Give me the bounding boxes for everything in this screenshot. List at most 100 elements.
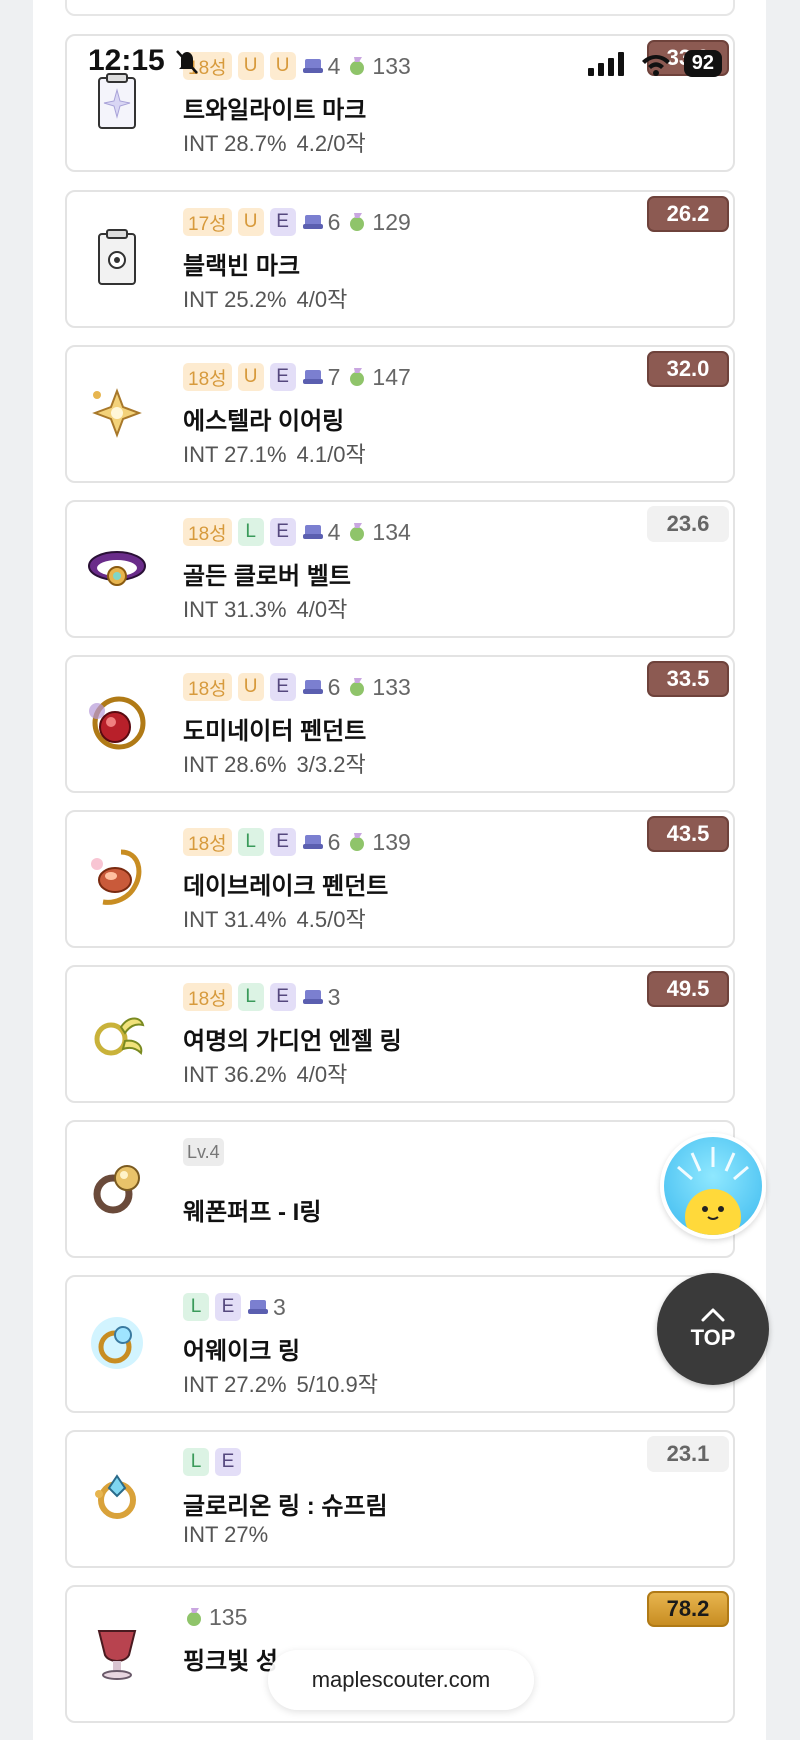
item-meta: 18성 U U 4 133 (183, 52, 411, 80)
scroll-count: 6 (327, 828, 341, 855)
twilight-mark-icon (98, 73, 136, 129)
item-meta: 135 (183, 1603, 247, 1631)
scroll-info: 4/0작 (296, 597, 348, 622)
potential-badge: U (237, 363, 264, 391)
star-badge: 17성 (183, 208, 232, 236)
level-potion-icon (350, 678, 365, 696)
golden-clover-belt-icon (88, 551, 146, 586)
scroll-info: 5/10.9작 (296, 1372, 378, 1397)
potential-badge: L (183, 1448, 209, 1476)
url-text: maplescouter.com (311, 1667, 491, 1692)
star-badge: 18성 (183, 52, 232, 80)
level-potion-icon (350, 57, 365, 75)
item-card-dominator-pendant[interactable]: 18성 U E 6 133 도미네이터 펜던트 INT 28.6% 3/3.2작 … (65, 655, 735, 793)
score-badge: 33.9 (647, 40, 729, 76)
scroll-info: 4/0작 (296, 1062, 348, 1087)
item-name: 웨폰퍼프 - I링 (183, 1199, 322, 1226)
required-level: 147 (372, 363, 411, 390)
item-card-weapon-puff-ring[interactable]: Lv.4 웨폰퍼프 - I링 (65, 1120, 735, 1258)
item-stat: INT 27.2% (183, 1372, 287, 1397)
item-stat: INT 28.6% (183, 752, 287, 777)
scroll-info: 4/0작 (296, 287, 348, 312)
scroll-count: 6 (327, 673, 341, 700)
awake-ring-icon (91, 1317, 143, 1369)
additional-badge: E (269, 673, 296, 701)
chevron-up-icon (701, 1308, 725, 1322)
additional-badge: E (269, 208, 296, 236)
previous-item-card[interactable] (65, 0, 735, 16)
scroll-info: 4.5/0작 (296, 907, 366, 932)
item-card-golden-clover-belt[interactable]: 18성 L E 4 134 골든 클로버 벨트 INT 31.3% 4/0작 23… (65, 500, 735, 638)
item-name: 핑크빛 성 (183, 1648, 278, 1675)
sunrise-character-icon (677, 1147, 749, 1235)
item-name: 블랙빈 마크 (183, 253, 301, 280)
item-name: 도미네이터 펜던트 (183, 718, 367, 745)
item-name: 트와일라이트 마크 (183, 97, 367, 124)
star-badge: 18성 (183, 828, 232, 856)
item-card-awake-ring[interactable]: L E 3 어웨이크 링 INT 27.2% 5/10.9작 (65, 1275, 735, 1413)
scroll-icon (302, 990, 323, 1004)
scroll-icon (248, 1300, 268, 1314)
item-name: 어웨이크 링 (183, 1338, 301, 1365)
scroll-icon (302, 215, 323, 229)
score-badge: 78.2 (647, 1591, 729, 1627)
scroll-icon (302, 680, 323, 694)
item-stat: INT 25.2% (183, 287, 287, 312)
score-badge: 43.5 (647, 816, 729, 852)
level-potion-icon (350, 833, 365, 851)
item-meta: 18성 L E 4 134 (183, 518, 411, 546)
item-name: 글로리온 링 : 슈프림 (183, 1493, 388, 1520)
character-fab-button[interactable] (660, 1133, 766, 1239)
item-card-glorion-ring[interactable]: L E 글로리온 링 : 슈프림 INT 27% 23.1 (65, 1430, 735, 1568)
scroll-icon (302, 59, 323, 73)
black-bean-mark-icon (98, 229, 136, 285)
item-stat: INT 31.4% (183, 907, 287, 932)
scroll-count: 3 (327, 983, 341, 1010)
scroll-count: 4 (327, 52, 341, 79)
level-potion-icon (187, 1608, 201, 1626)
score-badge: 26.2 (647, 196, 729, 232)
item-name: 여명의 가디언 엔젤 링 (183, 1028, 402, 1055)
star-badge: 18성 (183, 518, 232, 546)
additional-badge: E (269, 828, 296, 856)
required-level: 133 (372, 673, 411, 700)
browser-url-bar[interactable]: maplescouter.com (268, 1650, 534, 1710)
additional-badge: U (269, 52, 296, 80)
star-badge: 18성 (183, 983, 232, 1011)
required-level: 134 (372, 518, 411, 545)
required-level: 129 (372, 208, 411, 235)
potential-badge: L (237, 518, 264, 546)
item-card-guardian-angel-ring[interactable]: 18성 L E 3 여명의 가디언 엔젤 링 INT 36.2% 4/0작 49.… (65, 965, 735, 1103)
scroll-count: 6 (327, 208, 341, 235)
item-meta: 18성 L E 6 139 (183, 828, 411, 856)
item-card-black-bean-mark[interactable]: 17성 U E 6 129 블랙빈 마크 INT 25.2% 4/0작 26.2 (65, 190, 735, 328)
additional-badge: E (215, 1448, 241, 1476)
potential-badge: U (237, 52, 264, 80)
required-level: 135 (209, 1603, 248, 1630)
star-badge: 18성 (183, 673, 232, 701)
item-stat: INT 27.1% (183, 442, 287, 467)
item-card-twilight-mark[interactable]: 18성 U U 4 133 트와일라이트 마크 INT 28.7% 4.2/0작 … (65, 34, 735, 172)
item-meta: 18성 L E 3 (183, 983, 340, 1011)
scroll-icon (302, 835, 323, 849)
scroll-to-top-button[interactable]: TOP (657, 1273, 769, 1385)
item-stat: INT 28.7% (183, 131, 287, 156)
scroll-count: 7 (327, 363, 341, 390)
scroll-info: 4.1/0작 (296, 442, 366, 467)
item-meta: 18성 U E 7 147 (183, 363, 411, 391)
star-badge: 18성 (183, 363, 232, 391)
item-card-daybreak-pendant[interactable]: 18성 L E 6 139 데이브레이크 펜던트 INT 31.4% 4.5/0작… (65, 810, 735, 948)
item-card-estella-earring[interactable]: 18성 U E 7 147 에스텔라 이어링 INT 27.1% 4.1/0작 3… (65, 345, 735, 483)
additional-badge: E (269, 518, 296, 546)
item-name: 에스텔라 이어링 (183, 408, 345, 435)
potential-badge: L (183, 1293, 209, 1321)
additional-badge: E (269, 363, 296, 391)
weapon-puff-ring-icon (93, 1165, 140, 1214)
scroll-icon (302, 525, 323, 539)
dominator-pendant-icon (89, 696, 146, 750)
item-name: 데이브레이크 펜던트 (183, 873, 389, 900)
potential-badge: L (237, 828, 264, 856)
daybreak-pendant-icon (91, 849, 142, 905)
guardian-angel-ring-icon (94, 1017, 145, 1056)
item-stat: INT 36.2% (183, 1062, 287, 1087)
